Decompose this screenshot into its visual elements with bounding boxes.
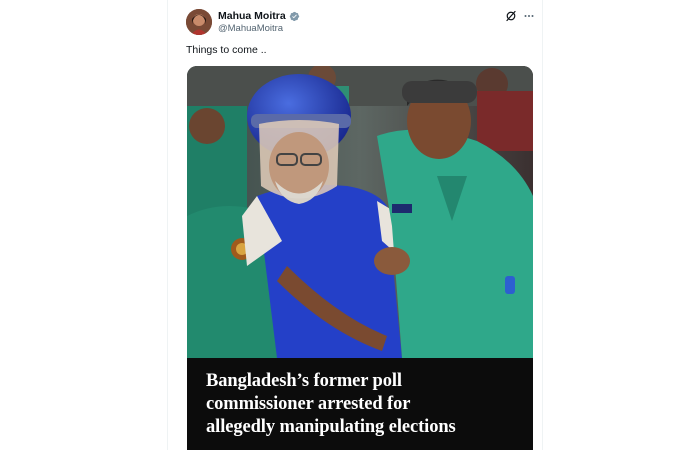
page: Mahua Moitra @MahuaMoitra Things to come… [0, 0, 700, 450]
verified-badge-icon [289, 11, 299, 21]
author-handle[interactable]: @MahuaMoitra [218, 23, 283, 34]
avatar[interactable] [186, 9, 212, 35]
tweet-media[interactable]: Bangladesh’s former poll commissioner ar… [187, 66, 533, 450]
author-name-row[interactable]: Mahua Moitra [218, 10, 300, 22]
avatar-image [186, 9, 212, 35]
media-headline: Bangladesh’s former poll commissioner ar… [206, 371, 456, 437]
more-horizontal-icon[interactable] [523, 11, 535, 21]
tweet-card[interactable]: Mahua Moitra @MahuaMoitra Things to come… [167, 0, 543, 450]
author-display-name[interactable]: Mahua Moitra [218, 10, 286, 22]
tweet-text: Things to come .. [186, 44, 267, 56]
news-photo [187, 66, 533, 358]
headline-band: Bangladesh’s former poll commissioner ar… [187, 358, 533, 450]
grok-icon[interactable] [505, 10, 517, 22]
